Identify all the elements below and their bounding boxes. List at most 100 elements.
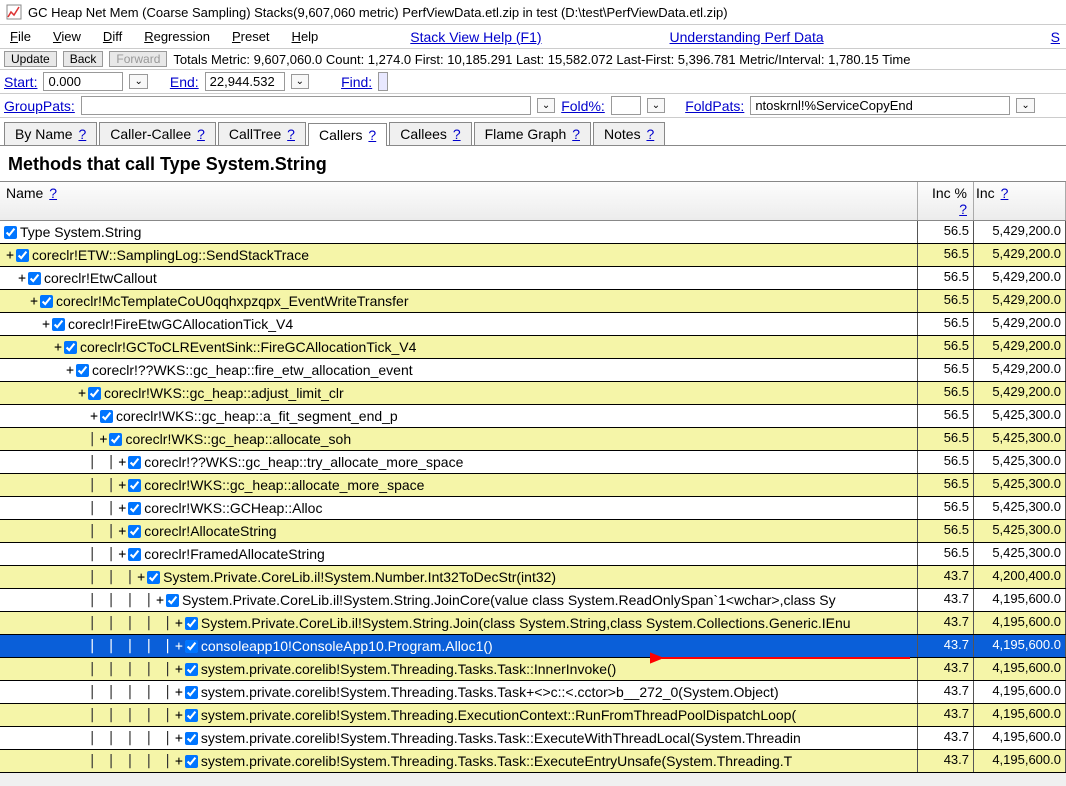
expand-icon[interactable]: + (116, 547, 128, 562)
row-checkbox[interactable] (4, 226, 17, 239)
row-checkbox[interactable] (64, 341, 77, 354)
foldpats-label[interactable]: FoldPats: (685, 98, 744, 114)
expand-icon[interactable]: + (116, 501, 128, 516)
expand-icon[interactable]: + (28, 294, 40, 309)
row-checkbox[interactable] (100, 410, 113, 423)
table-row[interactable]: | | | |+System.Private.CoreLib.il!System… (0, 589, 1066, 612)
table-row[interactable]: | | +coreclr!WKS::GCHeap::Alloc56.55,425… (0, 497, 1066, 520)
menu-preset[interactable]: Preset (228, 27, 274, 46)
row-checkbox[interactable] (128, 548, 141, 561)
col-name[interactable]: Name ? (0, 182, 918, 220)
table-row[interactable]: | | | | | +system.private.corelib!System… (0, 704, 1066, 727)
row-checkbox[interactable] (185, 755, 198, 768)
table-row[interactable]: +coreclr!WKS::gc_heap::a_fit_segment_end… (0, 405, 1066, 428)
expand-icon[interactable]: + (16, 271, 28, 286)
understanding-perf-link[interactable]: Understanding Perf Data (670, 29, 824, 45)
table-row[interactable]: | | | | |+System.Private.CoreLib.il!Syst… (0, 612, 1066, 635)
expand-icon[interactable]: + (173, 731, 185, 746)
row-checkbox[interactable] (16, 249, 29, 262)
expand-icon[interactable]: + (4, 248, 16, 263)
foldpct-label[interactable]: Fold%: (561, 98, 605, 114)
tab-notes[interactable]: Notes ? (593, 122, 665, 145)
expand-icon[interactable]: + (116, 478, 128, 493)
grouppats-label[interactable]: GroupPats: (4, 98, 75, 114)
tab-calltree[interactable]: CallTree ? (218, 122, 306, 145)
expand-icon[interactable]: + (64, 363, 76, 378)
foldpats-input[interactable] (750, 96, 1010, 115)
row-checkbox[interactable] (128, 456, 141, 469)
expand-icon[interactable]: + (88, 409, 100, 424)
row-checkbox[interactable] (128, 502, 141, 515)
row-checkbox[interactable] (40, 295, 53, 308)
expand-icon[interactable]: + (173, 616, 185, 631)
row-checkbox[interactable] (185, 617, 198, 630)
expand-icon[interactable]: + (97, 432, 109, 447)
start-input[interactable] (43, 72, 123, 91)
row-checkbox[interactable] (128, 479, 141, 492)
table-row[interactable]: +coreclr!EtwCallout56.55,429,200.0 (0, 267, 1066, 290)
table-row[interactable]: | | |+System.Private.CoreLib.il!System.N… (0, 566, 1066, 589)
expand-icon[interactable]: + (116, 524, 128, 539)
end-label[interactable]: End: (170, 74, 199, 90)
row-checkbox[interactable] (88, 387, 101, 400)
table-row[interactable]: +coreclr!ETW::SamplingLog::SendStackTrac… (0, 244, 1066, 267)
expand-icon[interactable]: + (173, 708, 185, 723)
row-checkbox[interactable] (185, 709, 198, 722)
end-input[interactable] (205, 72, 285, 91)
table-row[interactable]: +coreclr!GCToCLREventSink::FireGCAllocat… (0, 336, 1066, 359)
tab-callees[interactable]: Callees ? (389, 122, 471, 145)
table-row[interactable]: | | +coreclr!WKS::gc_heap::allocate_more… (0, 474, 1066, 497)
start-label[interactable]: Start: (4, 74, 37, 90)
table-row[interactable]: Type System.String56.55,429,200.0 (0, 221, 1066, 244)
tab-callers[interactable]: Callers ? (308, 123, 387, 146)
update-button[interactable]: Update (4, 51, 57, 67)
row-checkbox[interactable] (185, 686, 198, 699)
menu-help[interactable]: Help (288, 27, 323, 46)
foldpats-dropdown[interactable]: ⌄ (1016, 98, 1034, 113)
table-row[interactable]: | |+coreclr!??WKS::gc_heap::try_allocate… (0, 451, 1066, 474)
find-label[interactable]: Find: (341, 74, 372, 90)
stack-view-help-link[interactable]: Stack View Help (F1) (410, 29, 541, 45)
tab-caller-callee[interactable]: Caller-Callee ? (99, 122, 216, 145)
expand-icon[interactable]: + (173, 639, 185, 654)
row-checkbox[interactable] (185, 732, 198, 745)
table-row[interactable]: | | | | | +system.private.corelib!System… (0, 750, 1066, 773)
col-inc[interactable]: Inc ? (974, 182, 1066, 220)
table-row[interactable]: |+coreclr!WKS::gc_heap::allocate_soh56.5… (0, 428, 1066, 451)
forward-button[interactable]: Forward (109, 51, 167, 67)
menu-extra[interactable]: S (1051, 29, 1060, 45)
table-row[interactable]: | | | | | +system.private.corelib!System… (0, 658, 1066, 681)
expand-icon[interactable]: + (173, 754, 185, 769)
foldpct-input[interactable] (611, 96, 641, 115)
table-row[interactable]: +coreclr!WKS::gc_heap::adjust_limit_clr5… (0, 382, 1066, 405)
expand-icon[interactable]: + (40, 317, 52, 332)
expand-icon[interactable]: + (116, 455, 128, 470)
row-checkbox[interactable] (185, 640, 198, 653)
expand-icon[interactable]: + (173, 685, 185, 700)
menu-diff[interactable]: Diff (99, 27, 126, 46)
row-checkbox[interactable] (185, 663, 198, 676)
expand-icon[interactable]: + (76, 386, 88, 401)
menu-view[interactable]: View (49, 27, 85, 46)
expand-icon[interactable]: + (52, 340, 64, 355)
grouppats-input[interactable] (81, 96, 531, 115)
expand-icon[interactable]: + (135, 570, 147, 585)
menu-regression[interactable]: Regression (140, 27, 214, 46)
start-dropdown[interactable]: ⌄ (129, 74, 147, 89)
row-checkbox[interactable] (166, 594, 179, 607)
find-input[interactable] (378, 72, 388, 91)
table-row[interactable]: | | | | | +system.private.corelib!System… (0, 681, 1066, 704)
expand-icon[interactable]: + (154, 593, 166, 608)
table-row[interactable]: | | | | | +system.private.corelib!System… (0, 727, 1066, 750)
row-checkbox[interactable] (28, 272, 41, 285)
table-row[interactable]: +coreclr!McTemplateCoU0qqhxpzqpx_EventWr… (0, 290, 1066, 313)
row-checkbox[interactable] (52, 318, 65, 331)
tab-flame-graph[interactable]: Flame Graph ? (474, 122, 591, 145)
menu-file[interactable]: File (6, 27, 35, 46)
table-row[interactable]: | | +coreclr!AllocateString56.55,425,300… (0, 520, 1066, 543)
table-row[interactable]: | | | | | +consoleapp10!ConsoleApp10.Pro… (0, 635, 1066, 658)
end-dropdown[interactable]: ⌄ (291, 74, 309, 89)
row-checkbox[interactable] (109, 433, 122, 446)
table-row[interactable]: +coreclr!??WKS::gc_heap::fire_etw_alloca… (0, 359, 1066, 382)
col-inc-percent[interactable]: Inc % ? (918, 182, 974, 220)
